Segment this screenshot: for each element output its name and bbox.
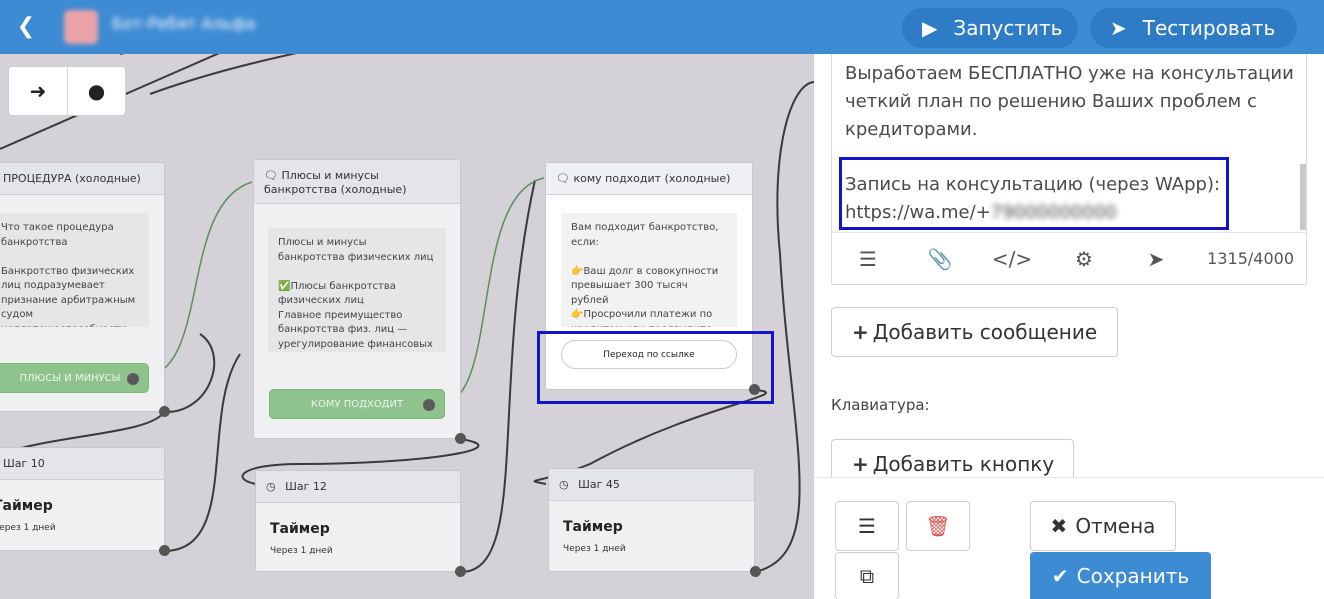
trash-icon: 🗑 — [925, 514, 951, 538]
save-button[interactable]: ✔ Сохранить — [1030, 552, 1211, 599]
node-message: Что такое процедура банкротства Банкротс… — [0, 213, 149, 327]
chat-icon: 🗨 — [264, 169, 278, 182]
flow-node-pluses[interactable]: 🗨 Плюсы и минусы банкротства (холодные) … — [253, 159, 461, 439]
top-bar: ❮ Бот-Ребят Альфа ▶ Запустить ➤ Тестиров… — [0, 0, 1324, 54]
connection-line — [163, 353, 241, 552]
close-icon: ✖ — [1050, 514, 1068, 538]
plus-icon: + — [852, 320, 869, 344]
flow-node-procedure[interactable]: ПРОЦЕДУРА (холодные) Что такое процедура… — [0, 162, 165, 412]
connection-line — [149, 54, 297, 95]
timer-title: Таймер — [270, 521, 330, 537]
output-port[interactable] — [127, 373, 139, 385]
keyboard-label: Клавиатура: — [831, 396, 930, 414]
copy-icon: ⧉ — [859, 564, 875, 588]
user-icon[interactable]: ● — [66, 67, 125, 115]
flow-node-step10[interactable]: Шаг 10 Таймер Через 1 дней — [0, 447, 165, 551]
highlight-box — [839, 157, 1229, 230]
output-port[interactable] — [159, 545, 170, 556]
node-title: 🗨 кому подходит (холодные) — [546, 163, 752, 195]
code-icon[interactable]: </> — [976, 247, 1048, 271]
connection-line — [754, 81, 814, 573]
node-title: ◷ Шаг 12 — [256, 471, 460, 503]
node-button-pluses[interactable]: ПЛЮСЫ И МИНУСЫ — [0, 363, 149, 393]
canvas-toolbar: ➜ ● — [8, 66, 126, 116]
editor-paragraph: Выработаем БЕСПЛАТНО уже на консультации… — [845, 63, 1294, 140]
panel-footer: ☰ 🗑 ⧉ ✖ Отмена ✔ Сохранить — [814, 477, 1324, 599]
editor-toolbar: ☰ 📎 </> ⚙ ➤ 1315/4000 — [831, 232, 1307, 285]
check-icon: ✔ — [1051, 564, 1069, 588]
output-port[interactable] — [455, 566, 466, 577]
highlight-box — [537, 331, 774, 404]
chat-icon: 🗨 — [556, 172, 570, 185]
back-button[interactable]: ❮ — [14, 13, 38, 41]
clock-icon: ◷ — [559, 478, 569, 491]
edit-panel: Выработаем БЕСПЛАТНО уже на консультации… — [814, 54, 1324, 599]
save-label: Сохранить — [1076, 564, 1190, 588]
add-message-button[interactable]: + Добавить сообщение — [831, 307, 1118, 357]
node-title: ПРОЦЕДУРА (холодные) — [0, 163, 164, 195]
play-icon: ▶ — [922, 16, 938, 40]
test-label: Тестировать — [1142, 16, 1276, 40]
run-label: Запустить — [953, 16, 1063, 40]
bolt-icon[interactable]: ➜ — [9, 67, 67, 115]
send-icon: ➤ — [1110, 16, 1127, 40]
output-port[interactable] — [423, 399, 435, 411]
timer-subtitle: Через 1 дней — [0, 523, 56, 533]
menu-icon[interactable]: ☰ — [832, 247, 904, 271]
output-port[interactable] — [750, 566, 761, 577]
node-button-label: ПЛЮСЫ И МИНУСЫ — [19, 372, 121, 384]
bot-avatar — [64, 10, 98, 44]
delete-button[interactable]: 🗑 — [906, 501, 970, 551]
timer-subtitle: Через 1 дней — [563, 544, 626, 554]
flow-canvas[interactable]: ➜ ● ПРОЦЕДУРА (холодные) Что такое проце… — [0, 54, 814, 599]
chevron-left-icon: ❮ — [16, 14, 36, 39]
menu-icon: ☰ — [858, 514, 876, 538]
node-button-label: КОМУ ПОДХОДИТ — [310, 398, 404, 410]
node-title: Шаг 10 — [0, 448, 164, 480]
flow-node-step45[interactable]: ◷ Шаг 45 Таймер Через 1 дней — [548, 468, 755, 572]
editor-scrollbar[interactable] — [1300, 164, 1306, 230]
send-icon[interactable]: ➤ — [1120, 247, 1192, 271]
paperclip-icon[interactable]: 📎 — [904, 247, 976, 271]
output-port[interactable] — [455, 433, 466, 444]
connection-line — [163, 333, 216, 414]
run-button[interactable]: ▶ Запустить — [902, 8, 1078, 48]
add-button-label: Добавить кнопку — [872, 452, 1055, 476]
cancel-button[interactable]: ✖ Отмена — [1030, 501, 1176, 551]
flow-node-step12[interactable]: ◷ Шаг 12 Таймер Через 1 дней — [255, 470, 461, 572]
node-title: 🗨 Плюсы и минусы банкротства (холодные) — [254, 160, 460, 204]
output-port[interactable] — [159, 406, 170, 417]
add-message-label: Добавить сообщение — [872, 320, 1098, 344]
node-button-suits[interactable]: КОМУ ПОДХОДИТ — [269, 389, 445, 419]
timer-title: Таймер — [563, 519, 623, 535]
plus-icon: + — [852, 452, 869, 476]
test-button[interactable]: ➤ Тестировать — [1090, 8, 1297, 48]
bot-name: Бот-Ребят Альфа — [112, 14, 256, 33]
node-message: Вам подходит банкротство, если: 👉Ваш дол… — [561, 213, 737, 327]
copy-button[interactable]: ⧉ — [835, 552, 899, 599]
char-counter: 1315/4000 — [1207, 249, 1294, 268]
timer-title: Таймер — [0, 498, 53, 514]
gear-icon[interactable]: ⚙ — [1048, 247, 1120, 271]
node-message: Плюсы и минусы банкротства физических ли… — [268, 228, 446, 352]
reorder-button[interactable]: ☰ — [835, 501, 899, 551]
clock-icon: ◷ — [266, 480, 276, 493]
cancel-label: Отмена — [1075, 514, 1156, 538]
timer-subtitle: Через 1 дней — [270, 546, 333, 556]
node-title: ◷ Шаг 45 — [549, 469, 754, 501]
